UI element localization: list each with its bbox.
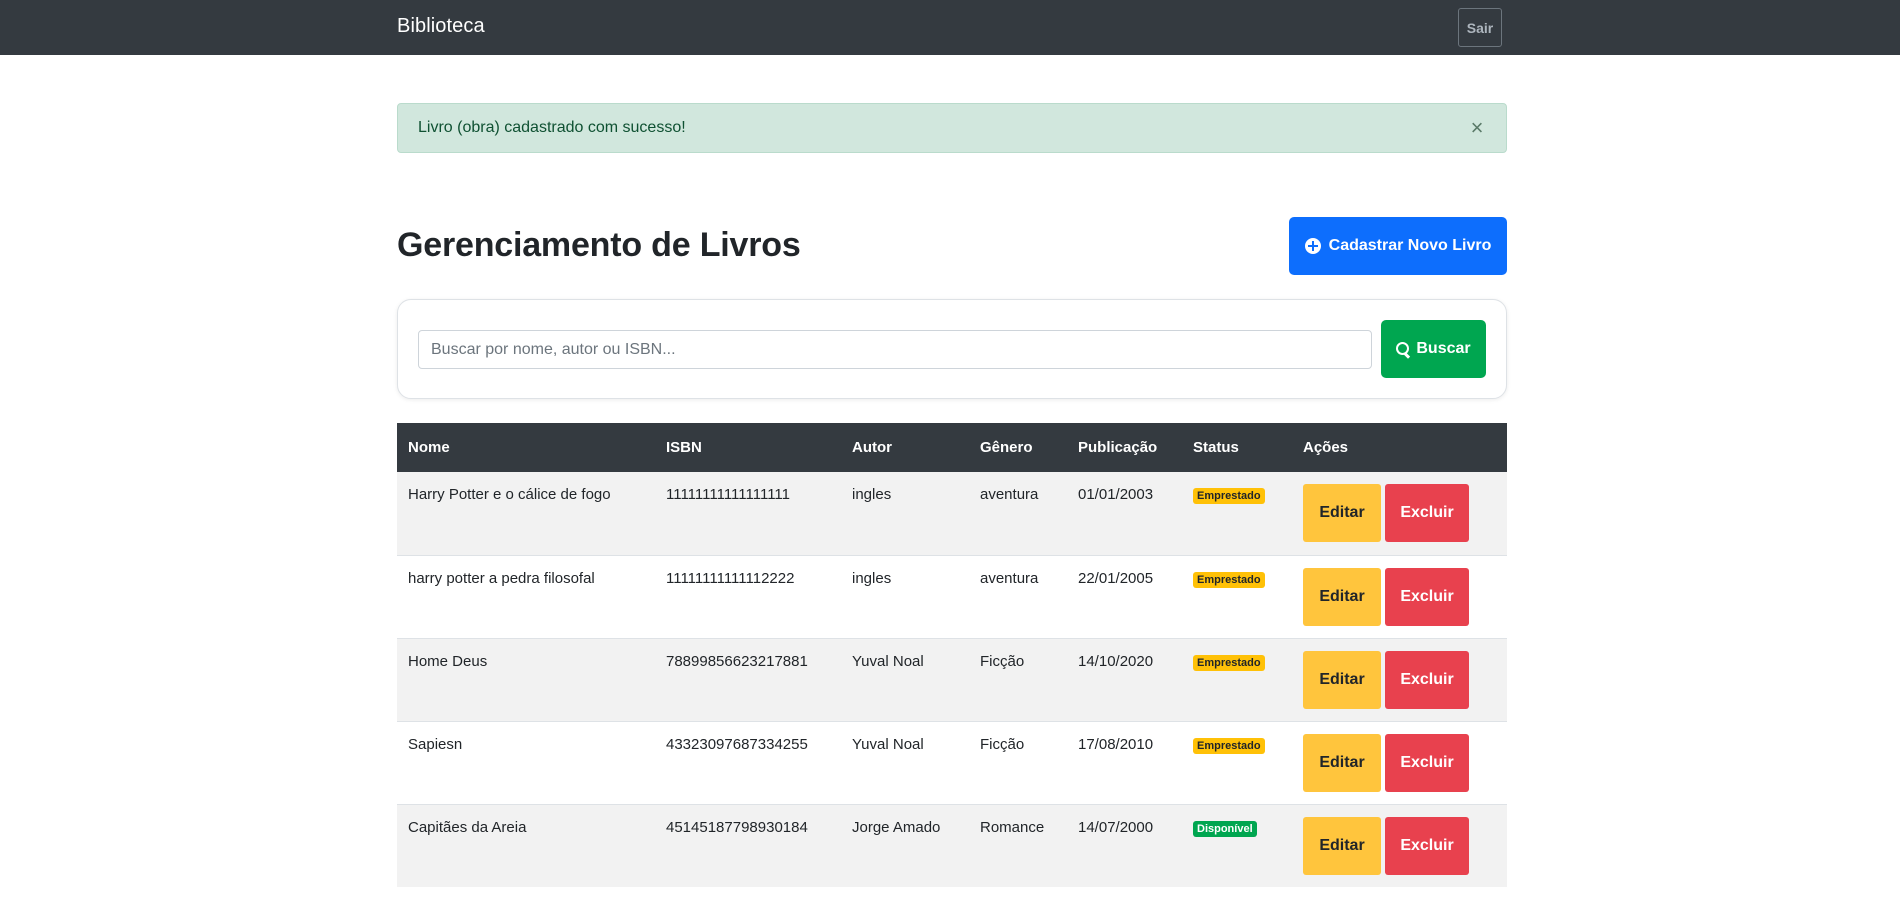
plus-circle-icon: [1304, 238, 1321, 254]
cell-isbn: 43323097687334255: [666, 735, 808, 753]
table-row: Capitães da Areia 45145187798930184 Jorg…: [397, 804, 1507, 887]
column-header-autor[interactable]: Autor: [841, 423, 969, 472]
cell-nome: Home Deus: [408, 652, 488, 670]
cell-nome: Harry Potter e o cálice de fogo: [408, 486, 611, 503]
edit-button[interactable]: Editar: [1303, 733, 1381, 792]
delete-button[interactable]: Excluir: [1385, 816, 1469, 875]
delete-button[interactable]: Excluir: [1385, 650, 1469, 709]
cell-nome: harry potter a pedra filosofal: [408, 569, 595, 587]
table-row: Harry Potter e o cálice de fogo 11111111…: [397, 472, 1507, 555]
navbar: Biblioteca Sair: [0, 0, 1900, 55]
cell-genero: Ficção: [980, 652, 1025, 670]
cell-genero: Ficção: [980, 735, 1025, 753]
cell-genero: Romance: [980, 818, 1045, 836]
search-card: Buscar: [397, 299, 1507, 399]
status-badge: Disponível: [1193, 820, 1257, 837]
close-icon[interactable]: ×: [1466, 116, 1488, 140]
cell-genero: aventura: [980, 569, 1039, 587]
cell-publicacao: 14/07/2000: [1078, 818, 1154, 836]
column-header-acoes: Ações: [1303, 439, 1349, 456]
edit-button[interactable]: Editar: [1303, 816, 1381, 875]
books-table: Nome ISBN Autor Gênero Publicação Status…: [397, 423, 1507, 887]
add-book-label: Cadastrar Novo Livro: [1328, 237, 1492, 254]
delete-button[interactable]: Excluir: [1385, 484, 1469, 542]
cell-actions: Editar Excluir: [1292, 721, 1507, 804]
column-header-publicacao[interactable]: Publicação: [1067, 423, 1182, 472]
cell-autor: ingles: [852, 569, 892, 587]
success-alert: Livro (obra) cadastrado com sucesso! ×: [397, 103, 1507, 153]
cell-publicacao: 14/10/2020: [1078, 652, 1154, 670]
cell-publicacao: 22/01/2005: [1078, 569, 1154, 587]
cell-nome: Capitães da Areia: [408, 818, 527, 836]
alert-message: Livro (obra) cadastrado com sucesso!: [418, 119, 686, 136]
logout-button[interactable]: Sair: [1458, 8, 1502, 47]
status-badge: Emprestado: [1193, 737, 1265, 754]
delete-button[interactable]: Excluir: [1385, 567, 1469, 626]
cell-isbn: 11111111111112222: [666, 569, 795, 587]
cell-status: Emprestado: [1182, 721, 1292, 804]
cell-publicacao: 01/01/2003: [1078, 486, 1154, 503]
cell-status: Emprestado: [1182, 638, 1292, 721]
delete-button[interactable]: Excluir: [1385, 733, 1469, 792]
cell-actions: Editar Excluir: [1292, 472, 1507, 555]
column-header-isbn[interactable]: ISBN: [655, 423, 841, 472]
page-title: Gerenciamento de Livros: [397, 226, 801, 264]
edit-button[interactable]: Editar: [1303, 484, 1381, 542]
brand-title[interactable]: Biblioteca: [397, 15, 485, 38]
cell-autor: Yuval Noal: [852, 652, 924, 670]
column-header-genero[interactable]: Gênero: [969, 423, 1067, 472]
table-header-row: Nome ISBN Autor Gênero Publicação Status…: [397, 423, 1507, 472]
search-button-label: Buscar: [1416, 340, 1471, 357]
edit-button[interactable]: Editar: [1303, 567, 1381, 626]
cell-nome: Sapiesn: [408, 735, 463, 753]
status-badge: Emprestado: [1193, 488, 1265, 504]
status-badge: Emprestado: [1193, 654, 1265, 671]
column-header-status[interactable]: Status: [1182, 423, 1292, 472]
cell-status: Disponível: [1182, 804, 1292, 887]
cell-autor: Yuval Noal: [852, 735, 924, 753]
cell-publicacao: 17/08/2010: [1078, 735, 1154, 753]
cell-autor: Jorge Amado: [852, 818, 941, 836]
table-row: Home Deus 78899856623217881 Yuval Noal F…: [397, 638, 1507, 721]
column-header-nome[interactable]: Nome: [397, 423, 655, 472]
cell-actions: Editar Excluir: [1292, 804, 1507, 887]
table-row: harry potter a pedra filosofal 111111111…: [397, 555, 1507, 638]
table-row: Sapiesn 43323097687334255 Yuval Noal Fic…: [397, 721, 1507, 804]
cell-isbn: 11111111111111111: [666, 486, 791, 503]
status-badge: Emprestado: [1193, 571, 1265, 588]
edit-button[interactable]: Editar: [1303, 650, 1381, 709]
search-icon: [1396, 342, 1410, 356]
cell-isbn: 78899856623217881: [666, 652, 808, 670]
add-book-button[interactable]: Cadastrar Novo Livro: [1289, 217, 1507, 275]
cell-status: Emprestado: [1182, 472, 1292, 555]
cell-actions: Editar Excluir: [1292, 555, 1507, 638]
search-input[interactable]: [418, 330, 1372, 369]
cell-actions: Editar Excluir: [1292, 638, 1507, 721]
cell-autor: ingles: [852, 486, 892, 503]
cell-status: Emprestado: [1182, 555, 1292, 638]
search-button[interactable]: Buscar: [1381, 320, 1486, 378]
cell-genero: aventura: [980, 486, 1039, 503]
cell-isbn: 45145187798930184: [666, 818, 808, 836]
